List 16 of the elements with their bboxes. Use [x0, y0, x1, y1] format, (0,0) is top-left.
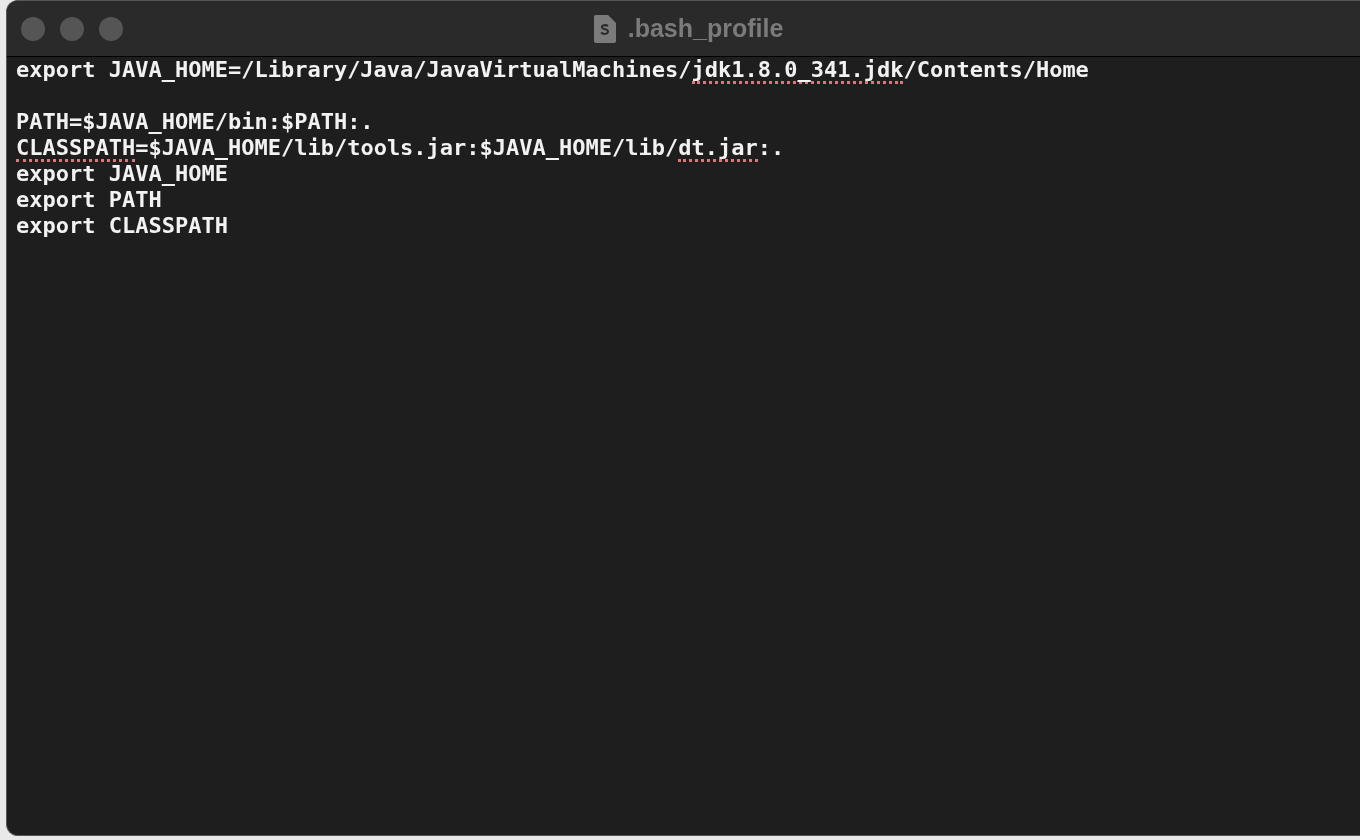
code-text: PATH=$JAVA_HOME/bin:$PATH:. [16, 110, 374, 136]
code-text: :. [757, 136, 785, 162]
misspelled-word: CLASSPATH [16, 136, 136, 162]
code-text: export CLASSPATH [16, 214, 228, 240]
code-text: export JAVA_HOME=/Library/Java/JavaVirtualMachines/ [16, 58, 692, 84]
misspelled-word: jdk1.8.0_341.jdk [691, 58, 904, 84]
misspelled-word: dt.jar [678, 136, 758, 162]
code-text: /Contents/Home [903, 58, 1089, 84]
zoom-button[interactable] [99, 16, 123, 41]
window-title: .bash_profile [627, 14, 784, 43]
code-text: export PATH [16, 188, 162, 214]
code-text: export JAVA_HOME [16, 162, 228, 188]
code-text: =$JAVA_HOME/lib/tools.jar:$JAVA_HOME/lib/ [135, 136, 679, 162]
minimize-button[interactable] [60, 16, 84, 41]
close-button[interactable] [21, 16, 45, 41]
document-icon [593, 14, 616, 43]
